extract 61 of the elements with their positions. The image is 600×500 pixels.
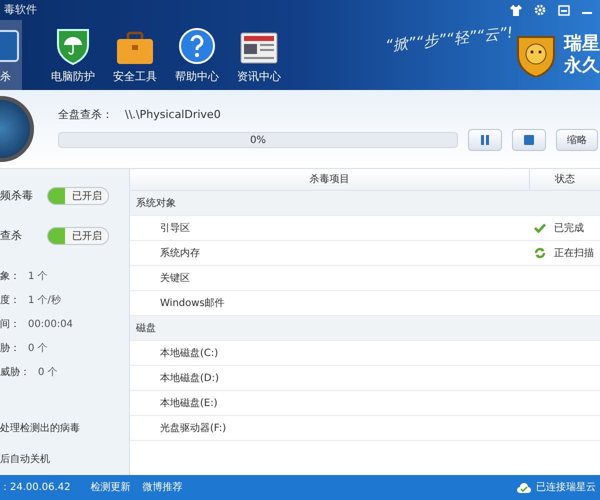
nav-tab[interactable]: 杀 <box>0 20 22 90</box>
group-label: 磁盘 <box>135 322 157 336</box>
cloud-icon <box>516 482 532 494</box>
nav-tab[interactable]: 帮助中心 <box>166 20 228 90</box>
stat-label: 威胁： <box>0 366 30 380</box>
group-label: 系统对象 <box>135 196 177 210</box>
stat-value: 0 个 <box>28 342 48 356</box>
column-header: 状态 <box>554 172 576 187</box>
stat-value: 1 个/秒 <box>28 294 61 308</box>
slogan-text: “掀”“步”“轻”“云”! <box>384 22 514 57</box>
scan-label: 全盘查杀： <box>58 106 113 123</box>
help-icon <box>178 26 216 64</box>
item-label: 关键区 <box>159 272 191 286</box>
stop-button[interactable] <box>512 129 546 152</box>
option-label: 处理检测出的病毒 <box>0 422 81 436</box>
status-text: 已完成 <box>554 222 584 236</box>
stat-label: 胁： <box>0 342 20 356</box>
shirt-icon[interactable] <box>510 4 522 16</box>
setting-label: 查杀 <box>0 228 22 244</box>
status-text: 正在扫描 <box>554 246 594 260</box>
stop-icon <box>524 135 534 146</box>
nav-tab[interactable]: 资讯中心 <box>228 20 290 90</box>
column-header: 杀毒项目 <box>130 169 530 190</box>
status-link[interactable]: 检测更新 <box>90 480 130 495</box>
pause-button[interactable] <box>468 129 502 152</box>
progress-text: 0% <box>250 134 266 148</box>
stat-value: 1 个 <box>28 270 48 284</box>
window-title: 毒软件 <box>4 2 37 18</box>
stat-value: 00:00:04 <box>28 318 73 332</box>
version-text: ：24.00.06.42 <box>0 481 70 495</box>
newspaper-icon <box>240 30 278 64</box>
window-icon[interactable] <box>558 4 570 16</box>
compact-mode-button[interactable]: 缩略 <box>556 129 598 152</box>
item-label: 系统内存 <box>159 246 201 260</box>
brand-name: 永久 <box>564 55 600 77</box>
nav-tab[interactable]: 安全工具 <box>104 20 166 90</box>
settings-icon[interactable] <box>534 4 546 16</box>
scan-path: \\.\PhysicalDrive0 <box>125 106 221 123</box>
item-label: Windows邮件 <box>159 296 226 310</box>
refresh-icon <box>534 247 546 259</box>
item-label: 本地磁盘(E:) <box>159 396 218 410</box>
pause-icon <box>481 135 489 146</box>
item-label: 引导区 <box>159 222 191 236</box>
stat-label: 象： <box>0 270 20 284</box>
item-label: 本地磁盘(D:) <box>159 372 220 386</box>
check-icon <box>534 223 546 233</box>
option-label: 后自动关机 <box>0 452 51 467</box>
nav-tab[interactable]: 电脑防护 <box>42 20 104 90</box>
setting-label: 频杀毒 <box>0 188 33 204</box>
stat-label: 间： <box>0 318 20 332</box>
toggle-switch[interactable]: 已开启 <box>47 187 109 205</box>
umbrella-shield-icon <box>55 26 91 64</box>
brand-name: 瑞星 <box>564 33 600 55</box>
cloud-status: 已连接瑞星云 <box>536 480 597 495</box>
stat-label: 度： <box>0 294 20 308</box>
toolbox-icon <box>116 30 154 64</box>
item-label: 本地磁盘(C:) <box>159 346 220 360</box>
item-label: 光盘驱动器(F:) <box>159 422 228 436</box>
toggle-switch[interactable]: 已开启 <box>47 227 109 245</box>
stat-value: 0 个 <box>38 366 58 380</box>
status-link[interactable]: 微博推荐 <box>142 480 182 495</box>
